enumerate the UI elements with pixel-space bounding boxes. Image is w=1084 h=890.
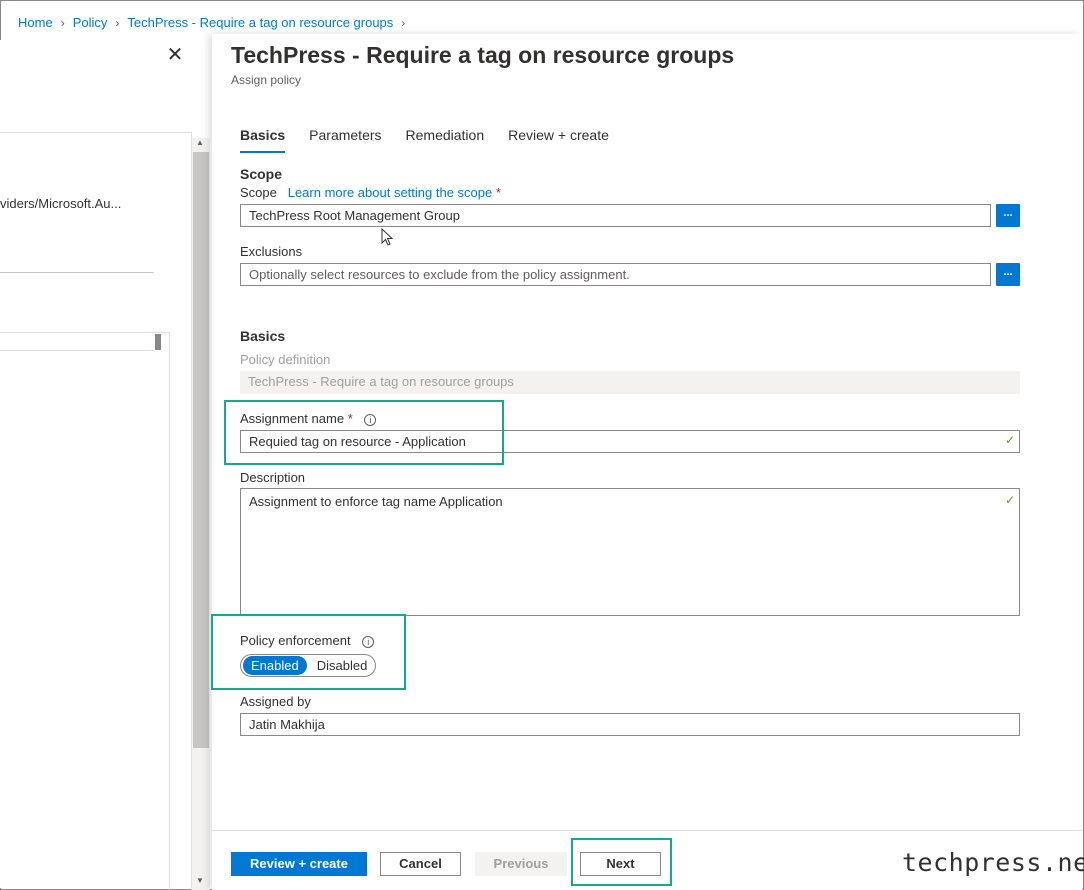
- tab-bar: Basics Parameters Remediation Review + c…: [240, 127, 633, 153]
- description-textarea[interactable]: Assignment to enforce tag name Applicati…: [240, 488, 1020, 616]
- grid-scroll-thumb[interactable]: [155, 334, 161, 350]
- scope-label: Scope: [240, 185, 277, 200]
- previous-button: Previous: [475, 852, 567, 876]
- exclusions-label: Exclusions: [240, 244, 303, 259]
- assigned-by-label: Assigned by: [240, 694, 311, 709]
- chevron-right-icon: ›: [115, 15, 120, 30]
- chevron-right-icon: ›: [401, 15, 406, 30]
- cancel-button[interactable]: Cancel: [380, 852, 461, 876]
- exclusions-field[interactable]: Optionally select resources to exclude f…: [240, 263, 991, 286]
- checkmark-icon: ✓: [1004, 493, 1015, 507]
- breadcrumb-home[interactable]: Home: [18, 15, 53, 30]
- scope-label-row: Scope Learn more about setting the scope…: [240, 185, 501, 200]
- exclusions-browse-button[interactable]: ...: [996, 263, 1020, 286]
- mouse-cursor-icon: [381, 228, 394, 246]
- tab-basics[interactable]: Basics: [240, 127, 286, 153]
- highlight-box-policy-enforcement: [211, 614, 406, 690]
- tab-parameters[interactable]: Parameters: [309, 127, 381, 153]
- background-blade-grid: [0, 332, 170, 890]
- policy-definition-field: TechPress - Require a tag on resource gr…: [240, 371, 1020, 394]
- breadcrumb: Home › Policy › TechPress - Require a ta…: [18, 15, 405, 30]
- scroll-up-icon[interactable]: ▲: [196, 138, 204, 147]
- background-blade-resource-path: viders/Microsoft.Au...: [0, 196, 122, 211]
- highlight-box-next: [571, 838, 672, 886]
- description-label: Description: [240, 470, 306, 485]
- tab-remediation[interactable]: Remediation: [406, 127, 485, 153]
- scroll-down-icon[interactable]: ▼: [196, 876, 204, 885]
- scope-learn-more-link[interactable]: Learn more about setting the scope: [288, 185, 493, 200]
- review-create-button[interactable]: Review + create: [231, 852, 367, 876]
- policy-definition-label: Policy definition: [240, 352, 331, 367]
- scroll-thumb[interactable]: [193, 152, 209, 748]
- highlight-box-assignment-name: [224, 400, 504, 465]
- divider: [0, 272, 154, 273]
- chevron-right-icon: ›: [60, 15, 65, 30]
- watermark: techpress.net: [902, 848, 1084, 877]
- basics-heading: Basics: [240, 328, 286, 344]
- assigned-by-field[interactable]: Jatin Makhija: [240, 713, 1020, 736]
- scope-field[interactable]: TechPress Root Management Group: [240, 204, 991, 227]
- vertical-scrollbar[interactable]: ▲ ▼: [192, 138, 210, 890]
- scope-heading: Scope: [240, 166, 283, 182]
- page-title: TechPress - Require a tag on resource gr…: [231, 42, 735, 68]
- checkmark-icon: ✓: [1004, 433, 1015, 447]
- breadcrumb-policy-definition[interactable]: TechPress - Require a tag on resource gr…: [127, 15, 393, 30]
- required-indicator: *: [495, 185, 501, 200]
- tab-review-create[interactable]: Review + create: [508, 127, 609, 153]
- scope-browse-button[interactable]: ...: [996, 204, 1020, 227]
- page-subtitle: Assign policy: [231, 73, 302, 87]
- description-value: Assignment to enforce tag name Applicati…: [249, 494, 503, 509]
- close-icon[interactable]: ✕: [166, 45, 184, 65]
- breadcrumb-policy[interactable]: Policy: [73, 15, 108, 30]
- grid-header: [0, 333, 154, 351]
